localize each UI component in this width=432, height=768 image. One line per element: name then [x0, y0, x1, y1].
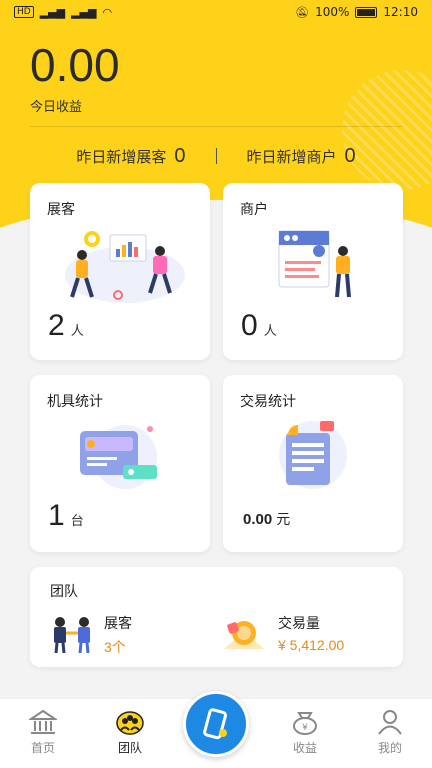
today-earnings-amount: 0.00	[30, 39, 120, 91]
yesterday-new-promoters[interactable]: 昨日新增展客 0	[76, 145, 185, 168]
merchants-card[interactable]: 商户 0 人	[223, 183, 403, 360]
devices-count-unit: 台	[70, 514, 84, 529]
merchants-count-value: 0	[241, 309, 258, 342]
yesterday-new-merchants[interactable]: 昨日新增商户 0	[247, 145, 356, 168]
transactions-amount: 0.00 元	[243, 509, 290, 529]
tab-mine[interactable]: 我的	[360, 709, 420, 756]
hd-indicator: HD	[14, 6, 34, 18]
vertical-divider	[215, 148, 217, 164]
yesterday-summary: 昨日新增展客 0 昨日新增商户 0	[0, 143, 432, 169]
svg-text:¥: ¥	[302, 723, 308, 733]
team-volume-value: ¥ 5,412.00	[278, 637, 345, 653]
merchants-count: 0 人	[241, 309, 277, 343]
decorative-circle	[342, 70, 432, 190]
team-promoters-label: 展客	[104, 616, 132, 632]
devices-count-value: 1	[48, 499, 65, 532]
promoters-card-title: 展客	[47, 202, 75, 218]
battery-icon	[355, 6, 378, 18]
merchants-illustration	[278, 230, 351, 298]
team-volume[interactable]: 交易量 ¥ 5,412.00	[220, 613, 344, 653]
tab-home-label: 首页	[30, 741, 55, 755]
promoters-count-unit: 人	[70, 324, 84, 339]
transactions-amount-value: 0.00	[243, 511, 273, 528]
device-icon	[203, 708, 227, 740]
promoters-illustration	[65, 231, 185, 303]
status-bar: HD ▂▄▆ ▂▄▆ ◠ 🔕︎ 100% 12:10	[0, 0, 432, 24]
team-card-title: 团队	[50, 584, 78, 600]
transactions-card-title: 交易统计	[240, 394, 296, 410]
tab-income-label: 收益	[292, 741, 317, 755]
devices-illustration	[80, 425, 157, 489]
mute-icon: 🔕︎	[295, 5, 310, 19]
team-promoters-value: 3个	[104, 639, 126, 655]
status-right: 🔕︎ 100% 12:10	[295, 5, 418, 19]
signal-icon: ▂▄▆	[39, 5, 66, 19]
handshake-icon	[54, 617, 90, 654]
merchants-card-title: 商户	[240, 202, 268, 218]
user-icon	[378, 710, 402, 735]
team-icon	[116, 711, 144, 735]
bottom-tab-bar: 首页 团队 ¥ 收益 我的	[0, 691, 432, 768]
clock: 12:10	[383, 5, 418, 19]
team-card[interactable]: 团队 展客 3个 交易量 ¥ 5,412.00	[30, 567, 403, 667]
tab-home[interactable]: 首页	[13, 709, 73, 756]
money-bag-icon	[224, 621, 264, 649]
team-volume-label: 交易量	[278, 616, 320, 632]
yesterday-promoters-label: 昨日新增展客	[76, 147, 167, 166]
tab-team-label: 团队	[117, 741, 142, 755]
yesterday-merchants-value: 0	[344, 144, 356, 167]
promoters-count: 2 人	[48, 309, 84, 343]
today-earnings-label: 今日收益	[30, 100, 83, 115]
promoters-count-value: 2	[48, 309, 65, 342]
yesterday-promoters-value: 0	[174, 144, 186, 167]
devices-count: 1 台	[48, 499, 84, 533]
merchants-count-unit: 人	[263, 324, 277, 339]
status-left: HD ▂▄▆ ▂▄▆ ◠	[14, 6, 112, 19]
tab-income[interactable]: ¥ 收益	[275, 709, 335, 756]
header-divider	[30, 126, 402, 127]
transactions-illustration	[279, 421, 347, 489]
transactions-card[interactable]: 交易统计 0.00 元	[223, 375, 403, 552]
wifi-icon: ◠	[102, 5, 113, 19]
tab-team[interactable]: 团队	[100, 709, 160, 756]
income-bag-icon: ¥	[293, 712, 317, 735]
tab-mine-label: 我的	[377, 741, 402, 755]
transactions-amount-unit: 元	[276, 511, 291, 527]
devices-card-title: 机具统计	[47, 394, 103, 410]
promoters-card[interactable]: 展客 2 人	[30, 183, 210, 360]
team-promoters[interactable]: 展客 3个	[50, 613, 132, 657]
yesterday-merchants-label: 昨日新增商户	[246, 147, 337, 166]
devices-card[interactable]: 机具统计 1 台	[30, 375, 210, 552]
bank-icon	[29, 709, 57, 734]
scan-fab-button[interactable]	[183, 691, 249, 757]
signal-icon-2: ▂▄▆	[71, 5, 97, 19]
battery-percent: 100%	[315, 5, 350, 19]
